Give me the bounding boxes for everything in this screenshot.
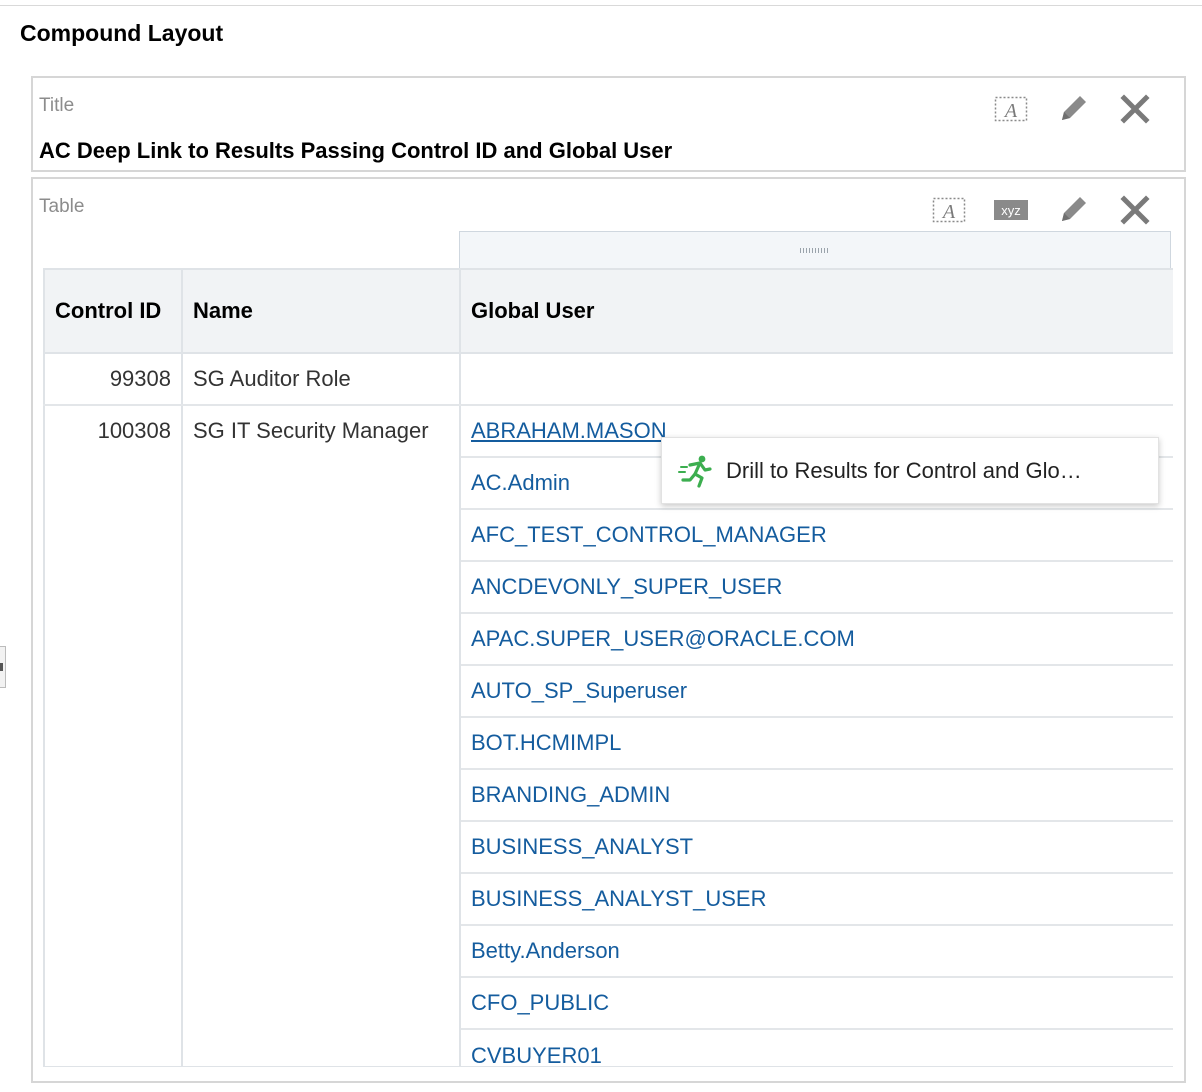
global-user-cell: BOT.HCMIMPL [459, 717, 1173, 770]
name-cell: SG Auditor Role [181, 353, 461, 406]
close-icon[interactable] [1104, 193, 1166, 227]
global-user-link[interactable]: CFO_PUBLIC [471, 990, 609, 1015]
global-user-link[interactable]: AFC_TEST_CONTROL_MANAGER [471, 522, 827, 547]
table-row: 99308 SG Auditor Role [43, 353, 1173, 406]
name-cell: SG IT Security Manager [181, 405, 461, 1066]
table-view-label: Table [39, 196, 85, 217]
svg-text:A: A [1003, 100, 1018, 122]
table-scroll-area[interactable]: Control ID Name Global User 99308 SG Aud… [43, 268, 1173, 1066]
format-text-icon[interactable]: A [980, 92, 1042, 126]
pencil-icon[interactable] [1042, 92, 1104, 126]
control-id-cell: 100308 [43, 405, 183, 1066]
global-user-link[interactable]: ANCDEVONLY_SUPER_USER [471, 574, 782, 599]
column-drag-handle[interactable] [459, 231, 1171, 269]
global-user-link[interactable]: BRANDING_ADMIN [471, 782, 670, 807]
drill-context-menu[interactable]: Drill to Results for Control and Glo… [661, 437, 1159, 504]
control-id-cell: 99308 [43, 353, 183, 406]
svg-text:A: A [941, 201, 956, 223]
column-header-name[interactable]: Name [181, 268, 461, 354]
global-user-link[interactable]: BOT.HCMIMPL [471, 730, 621, 755]
global-user-cell [459, 353, 1173, 406]
global-user-link[interactable]: BUSINESS_ANALYST_USER [471, 886, 766, 911]
global-user-link[interactable]: CVBUYER01 [471, 1043, 602, 1067]
global-user-link[interactable]: APAC.SUPER_USER@ORACLE.COM [471, 626, 855, 651]
global-user-cell: Betty.Anderson [459, 925, 1173, 978]
global-user-link[interactable]: Betty.Anderson [471, 938, 620, 963]
table-view-toolbar: A xyz [918, 193, 1166, 227]
global-user-cell: CFO_PUBLIC [459, 977, 1173, 1030]
report-title: AC Deep Link to Results Passing Control … [39, 138, 673, 163]
global-user-link[interactable]: AC.Admin [471, 470, 570, 495]
column-header-control-id[interactable]: Control ID [43, 268, 183, 354]
global-user-cell: AUTO_SP_Superuser [459, 665, 1173, 718]
global-user-link[interactable]: AUTO_SP_Superuser [471, 678, 687, 703]
table-view: Table A xyz Control ID Name Global User … [31, 177, 1186, 1083]
title-view-label: Title [39, 95, 75, 116]
title-view: Title A AC Deep Link to Results Passing … [31, 76, 1186, 172]
drill-menu-item-label: Drill to Results for Control and Glo… [726, 457, 1082, 483]
section-title: Compound Layout [20, 20, 224, 46]
pencil-icon[interactable] [1042, 193, 1104, 227]
close-icon[interactable] [1104, 92, 1166, 126]
global-user-link[interactable]: ABRAHAM.MASON [471, 418, 667, 443]
collapse-panel-handle[interactable] [0, 646, 6, 688]
global-user-link[interactable]: BUSINESS_ANALYST [471, 834, 693, 859]
global-user-cell: AFC_TEST_CONTROL_MANAGER [459, 509, 1173, 562]
grip-icon [800, 248, 830, 253]
xyz-icon[interactable]: xyz [980, 193, 1042, 227]
global-user-cell: BRANDING_ADMIN [459, 769, 1173, 822]
top-divider [0, 5, 1202, 6]
global-user-cell: APAC.SUPER_USER@ORACLE.COM [459, 613, 1173, 666]
global-user-cell: ANCDEVONLY_SUPER_USER [459, 561, 1173, 614]
table-header-row: Control ID Name Global User [43, 268, 1173, 354]
running-figure-icon [678, 453, 714, 489]
table-bottom-border [43, 1066, 1173, 1067]
column-header-global-user[interactable]: Global User [459, 268, 1173, 354]
global-user-cell: BUSINESS_ANALYST [459, 821, 1173, 874]
title-view-toolbar: A [980, 92, 1166, 126]
format-text-icon[interactable]: A [918, 193, 980, 227]
svg-text:xyz: xyz [1001, 203, 1021, 218]
global-user-cell: CVBUYER01 [459, 1029, 1173, 1067]
global-user-cell: BUSINESS_ANALYST_USER [459, 873, 1173, 926]
results-table: Control ID Name Global User 99308 SG Aud… [43, 268, 1173, 1066]
